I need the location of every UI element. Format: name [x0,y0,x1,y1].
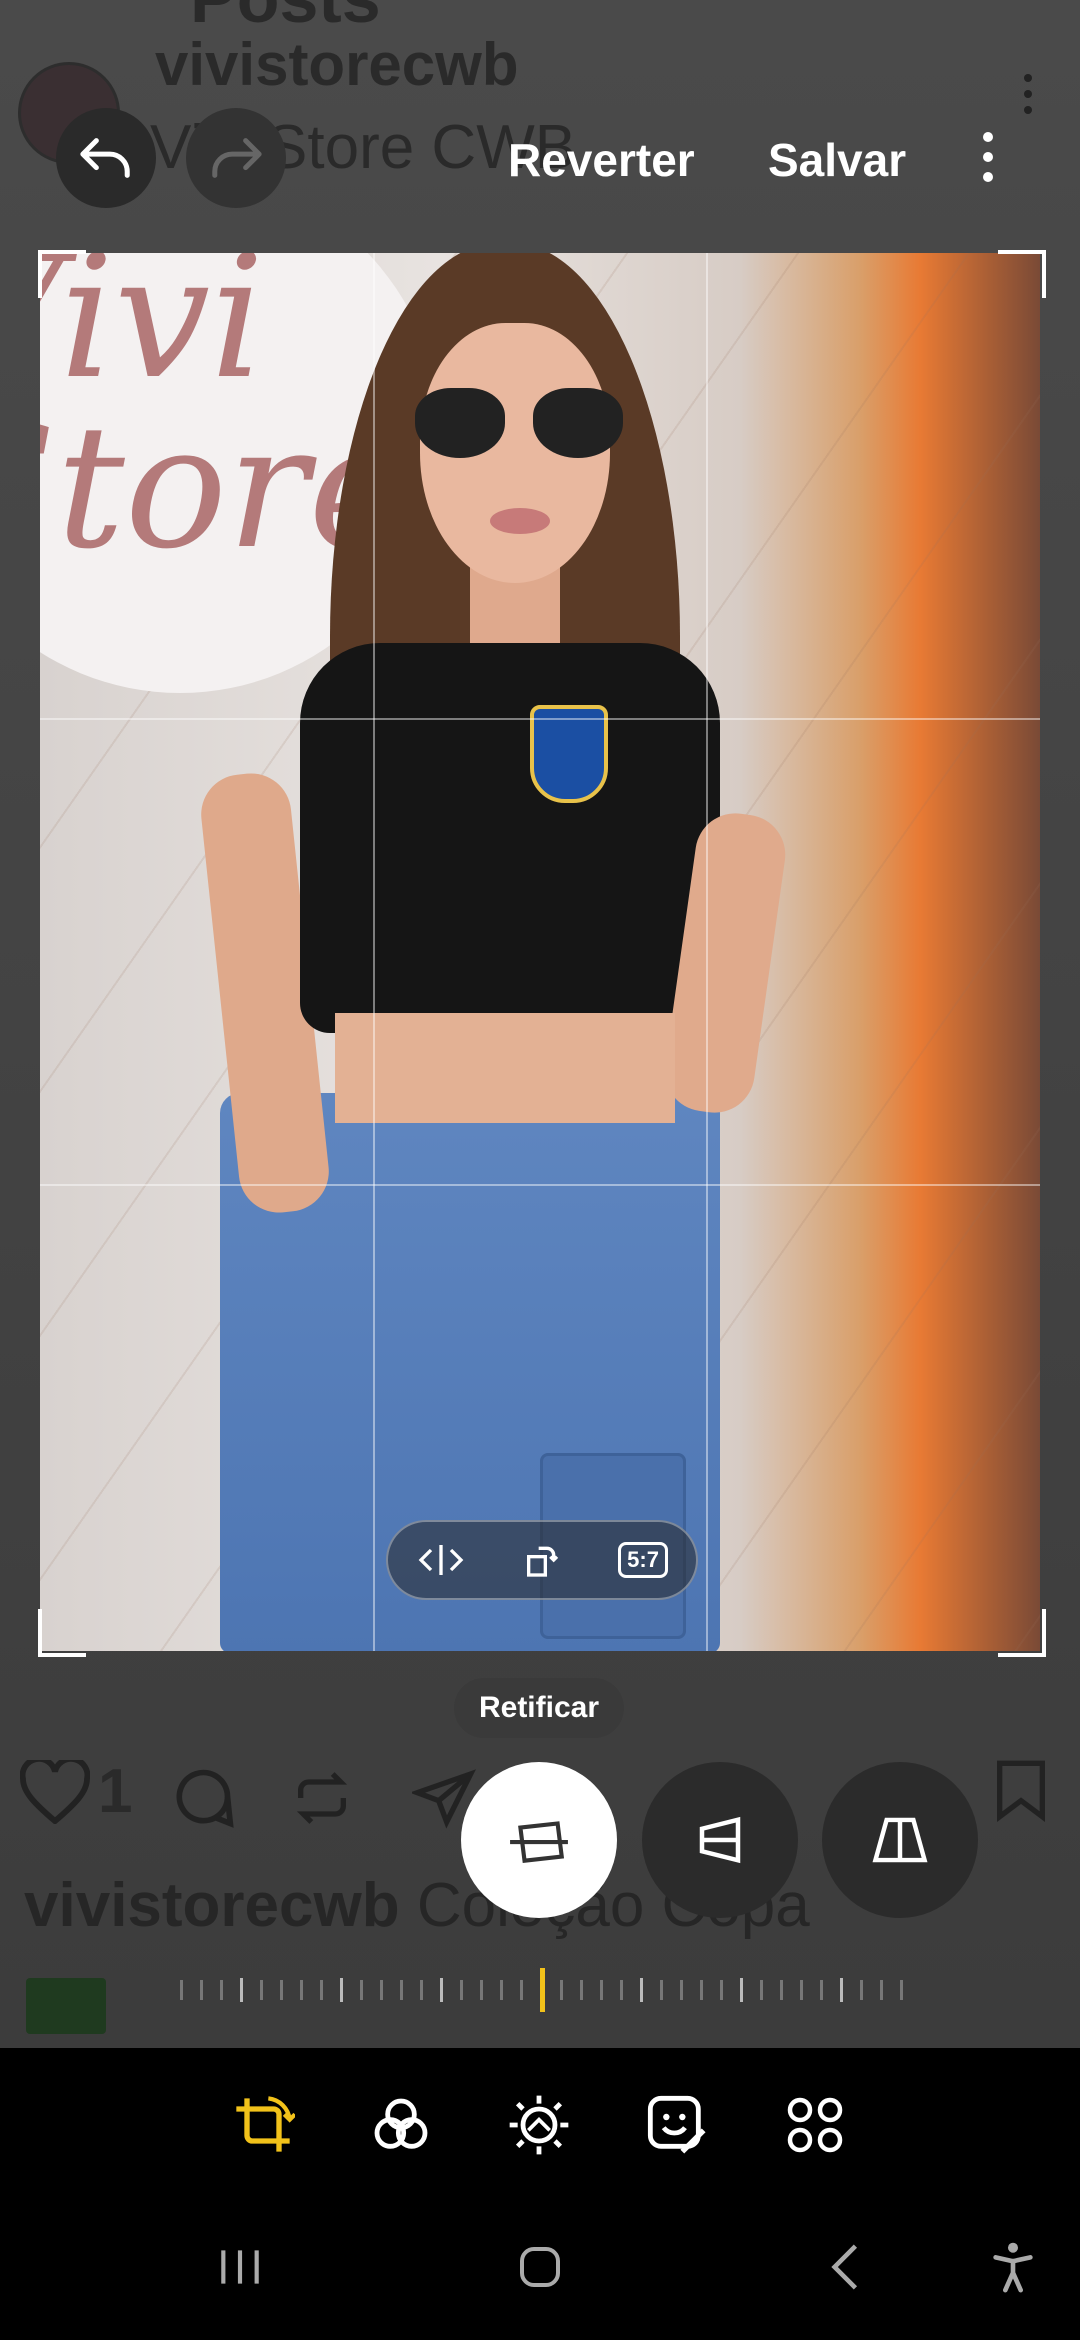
slider-tick [780,1980,783,2000]
tab-adjust[interactable] [494,2080,584,2170]
flip-button[interactable] [416,1543,466,1577]
undo-button[interactable] [56,108,156,208]
horizontal-perspective-button[interactable] [822,1762,978,1918]
post-options-icon [1020,74,1036,124]
crop-quick-controls: 5:7 [386,1520,698,1600]
editor-tabs [0,2080,1080,2170]
more-options-button[interactable] [978,132,998,192]
slider-tick [460,1980,463,2000]
crop-handle-bottom-left[interactable] [38,1609,86,1657]
slider-tick [620,1980,623,2000]
comment-icon [168,1764,236,1837]
back-icon [831,2244,858,2290]
sunglasses [415,388,625,458]
slider-tick [900,1980,903,2000]
redo-icon [212,138,262,178]
slider-tick [800,1980,803,2000]
slider-tick [480,1980,483,2000]
flip-icon [418,1545,464,1575]
slider-tick [380,1980,383,2000]
filters-icon [374,2098,428,2149]
recent-apps-icon [221,2250,259,2284]
straighten-slider[interactable] [180,1968,903,2012]
sticker-icon [647,2095,706,2154]
slider-tick [280,1980,283,2000]
back-button[interactable] [800,2222,890,2312]
slider-tick [840,1978,843,2002]
slider-tick [860,1980,863,2000]
slider-tick [740,1978,743,2002]
slider-tick [760,1980,763,2000]
slider-tick [640,1978,643,2002]
crop-grid-line [40,718,1040,720]
crop-grid-line [40,1184,1040,1186]
slider-tick [300,1980,303,2000]
redo-button[interactable] [186,108,286,208]
slider-tick [580,1980,583,2000]
slider-tick [560,1980,563,2000]
crop-handle-top-left[interactable] [38,250,86,298]
slider-tick [220,1980,223,2000]
like-count: 1 [98,1757,133,1826]
tab-stickers[interactable] [632,2080,722,2170]
slider-tick [820,1980,823,2000]
slider-tick [360,1980,363,2000]
aspect-ratio-label: 5:7 [618,1542,668,1578]
slider-tick [700,1980,703,2000]
slider-tick [420,1980,423,2000]
undo-icon [80,138,130,178]
slider-tick [720,1980,723,2000]
system-navigation-bar [0,2222,1080,2312]
bookmark-icon [992,1758,1050,1827]
recent-apps-button[interactable] [195,2222,285,2312]
accessibility-icon [993,2242,1033,2293]
straighten-button[interactable] [461,1762,617,1918]
repost-icon [290,1766,354,1835]
aspect-ratio-button[interactable]: 5:7 [618,1542,668,1578]
crop-handle-top-right[interactable] [998,250,1046,298]
slider-tick [500,1980,503,2000]
slider-tick [880,1980,883,2000]
revert-button[interactable]: Reverter [508,133,695,187]
straighten-tooltip: Retificar [454,1678,624,1738]
slider-tick [680,1980,683,2000]
slider-tick [520,1980,523,2000]
save-button[interactable]: Salvar [768,133,906,187]
model-figure [197,253,791,1651]
slider-tick [180,1980,183,2000]
slider-tick [240,1978,243,2002]
slider-tick [400,1980,403,2000]
caption-user: vivistorecwb [24,1871,400,1940]
tab-more-tools[interactable] [770,2080,860,2170]
slider-tick [340,1978,343,2002]
slider-indicator [540,1968,545,2012]
crop-handle-bottom-right[interactable] [998,1609,1046,1657]
home-icon [520,2247,560,2287]
tab-crop[interactable] [218,2080,308,2170]
horizontal-perspective-icon [872,1817,928,1863]
vertical-perspective-icon [699,1816,741,1864]
slider-tick [260,1980,263,2000]
vertical-perspective-button[interactable] [642,1762,798,1918]
accessibility-button[interactable] [968,2222,1058,2312]
heart-icon [19,1755,91,1829]
brightness-icon [509,2095,569,2155]
slider-tick [660,1980,663,2000]
home-button[interactable] [495,2222,585,2312]
rotate-icon [527,1546,559,1577]
brazil-flag-emoji [26,1978,106,2034]
crop-grid-line [373,253,375,1651]
straighten-icon [510,1821,568,1863]
rotate-button[interactable] [522,1540,562,1580]
slider-tick [440,1978,443,2002]
slider-tick [200,1980,203,2000]
crop-rotate-icon [236,2096,295,2152]
slider-tick [320,1980,323,2000]
store-handle: vivistorecwb [155,31,519,98]
tab-filters[interactable] [356,2080,446,2170]
crop-grid-line [706,253,708,1651]
slider-tick [600,1980,603,2000]
more-tools-icon [787,2097,843,2153]
crop-image[interactable]: Vivi Store [40,253,1040,1651]
